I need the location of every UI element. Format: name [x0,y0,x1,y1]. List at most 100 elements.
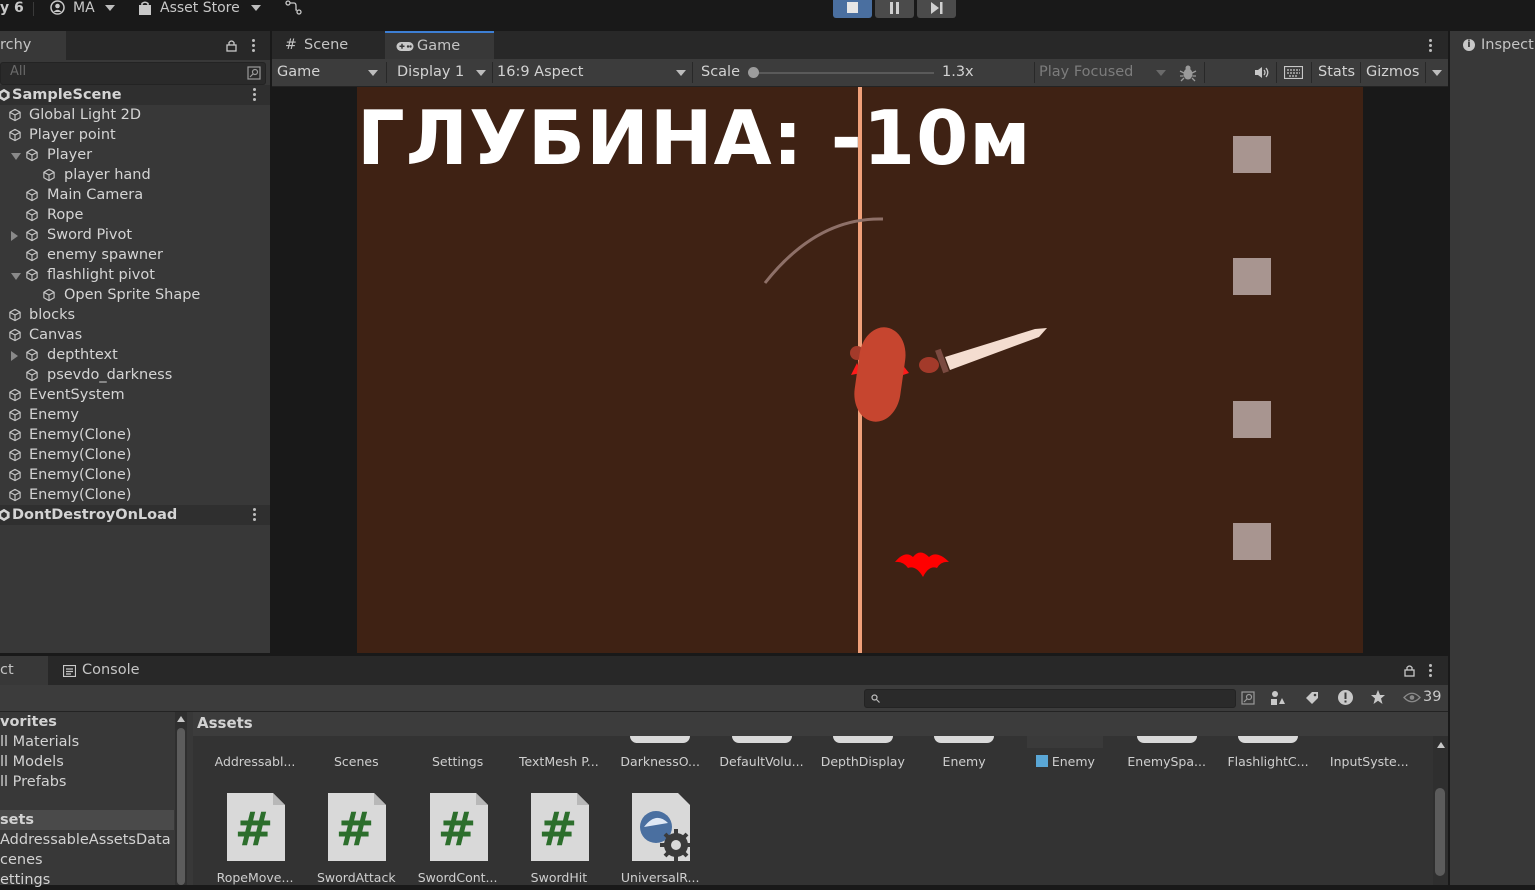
expand-down-icon[interactable] [11,273,21,280]
asset-label[interactable]: DefaultVolu... [710,754,814,769]
assets-breadcrumb[interactable]: Assets [197,714,253,732]
folder-tree-header[interactable]: vorites [0,712,57,732]
render-pipeline-asset-icon[interactable] [630,793,691,861]
csharp-script-icon[interactable]: # [225,793,285,861]
hierarchy-item[interactable]: Player point [0,125,270,145]
search-filter-icon[interactable] [1241,691,1255,705]
keyboard-icon[interactable] [1284,66,1303,79]
asset-label[interactable]: Addressabl... [203,754,307,769]
step-button[interactable] [917,0,956,18]
lock-icon[interactable] [1404,664,1415,677]
stop-button[interactable] [833,0,872,18]
game-mode-dropdown[interactable]: Game [272,59,384,86]
hierarchy-item[interactable]: Rope [0,205,270,225]
search-filter-icon[interactable] [247,66,261,80]
asset-thumbnail[interactable] [731,736,792,743]
asset-thumbnail[interactable] [1238,736,1298,743]
hierarchy-item[interactable]: Enemy(Clone) [0,425,270,445]
display-dropdown[interactable]: Display 1 [387,59,491,86]
hierarchy-item[interactable]: Sword Pivot [0,225,270,245]
folder-tree-item[interactable]: ettings [0,870,50,890]
star-icon[interactable] [1370,689,1386,705]
asset-label[interactable]: DepthDisplay [811,754,915,769]
hierarchy-item[interactable]: Enemy(Clone) [0,445,270,465]
tab-scene[interactable]: # Scene [272,31,382,60]
scroll-thumb[interactable] [177,728,185,885]
asset-label[interactable]: SwordAttack [304,870,408,885]
asset-thumbnail[interactable] [1136,736,1197,743]
asset-label[interactable]: SwordHit [507,870,611,885]
hierarchy-item[interactable]: Main Camera [0,185,270,205]
tab-project[interactable]: ct [0,656,48,685]
asset-store-dropdown[interactable]: Asset Store [138,0,262,18]
stats-button[interactable]: Stats [1318,59,1355,86]
folder-tree-scrollbar[interactable] [175,712,187,885]
asset-label[interactable]: Scenes [304,754,408,769]
asset-thumbnail[interactable] [1027,736,1104,748]
hierarchy-item[interactable]: Enemy(Clone) [0,485,270,505]
scale-slider-thumb[interactable] [748,67,759,78]
expand-down-icon[interactable] [11,153,21,160]
hierarchy-item[interactable]: Enemy(Clone) [0,465,270,485]
asset-thumbnail[interactable] [832,736,893,743]
folder-tree-item[interactable]: ll Models [0,752,64,772]
hierarchy-item[interactable]: player hand [0,165,270,185]
hierarchy-item[interactable]: Global Light 2D [0,105,270,125]
version-control-icon[interactable] [285,0,302,15]
hierarchy-item[interactable]: Canvas [0,325,270,345]
expand-right-icon[interactable] [11,231,18,241]
asset-label[interactable]: SwordCont... [406,870,510,885]
hierarchy-item[interactable]: psevdo_darkness [0,365,270,385]
hierarchy-item[interactable]: Enemy [0,405,270,425]
hierarchy-item[interactable]: depthtext [0,345,270,365]
scale-slider[interactable] [748,67,934,78]
label-tag-icon[interactable] [1304,690,1320,706]
warning-filter-icon[interactable] [1337,689,1354,706]
tab-inspector[interactable]: i Inspect [1450,31,1535,60]
bug-icon[interactable] [1179,64,1197,82]
game-canvas[interactable]: ГЛУБИНА: -10м [357,87,1363,653]
folder-tree-item[interactable]: ll Materials [0,732,79,752]
hierarchy-item[interactable]: EventSystem [0,385,270,405]
scene-kebab-menu-icon[interactable] [253,88,256,103]
filter-by-type-icon[interactable] [1270,690,1286,706]
kebab-menu-icon[interactable] [252,39,255,54]
folder-tree-item[interactable]: AddressableAssetsData [0,830,171,850]
csharp-script-icon[interactable]: # [326,793,387,861]
asset-thumbnail[interactable] [934,736,995,743]
gizmos-button[interactable]: Gizmos [1366,59,1419,86]
scroll-up-icon[interactable] [1437,742,1445,748]
lock-icon[interactable] [226,39,237,52]
tab-console[interactable]: Console [52,656,162,685]
hierarchy-scene-row[interactable]: DontDestroyOnLoad [0,505,270,525]
folder-tree-item[interactable]: ll Prefabs [0,772,66,792]
hierarchy-item[interactable]: Player [0,145,270,165]
pause-button[interactable] [875,0,914,18]
project-search-input[interactable] [864,689,1255,708]
play-focused-dropdown[interactable]: Play Focused [1035,59,1168,86]
hierarchy-scene-row[interactable]: SampleScene [0,85,270,105]
asset-label[interactable]: Settings [406,754,510,769]
asset-label[interactable]: DarknessO... [608,754,712,769]
asset-label[interactable]: RopeMove... [203,870,307,885]
scroll-thumb[interactable] [1435,788,1445,876]
csharp-script-icon[interactable]: # [529,793,589,861]
csharp-script-icon[interactable]: # [428,793,488,861]
asset-label[interactable]: InputSyste... [1317,754,1421,769]
scroll-up-icon[interactable] [177,716,185,722]
hierarchy-search-input[interactable]: All [0,62,266,85]
assets-scrollbar[interactable] [1433,736,1448,885]
gizmos-chevron-down-icon[interactable] [1432,70,1442,76]
hierarchy-item[interactable]: flashlight pivot [0,265,270,285]
audio-mute-icon[interactable] [1254,66,1270,79]
asset-label[interactable]: EnemySpa... [1115,754,1219,769]
asset-label[interactable]: Enemy [912,754,1016,769]
asset-label[interactable]: FlashlightC... [1216,754,1320,769]
aspect-dropdown[interactable]: 16:9 Aspect [493,59,691,86]
folder-tree-item[interactable]: cenes [0,850,43,870]
kebab-menu-icon[interactable] [1429,664,1432,679]
asset-label[interactable]: Enemy [1013,754,1117,769]
tab-game[interactable]: Game [385,31,494,60]
game-render-area[interactable]: ГЛУБИНА: -10м [272,87,1448,653]
tab-hierarchy[interactable]: rchy [0,31,66,60]
